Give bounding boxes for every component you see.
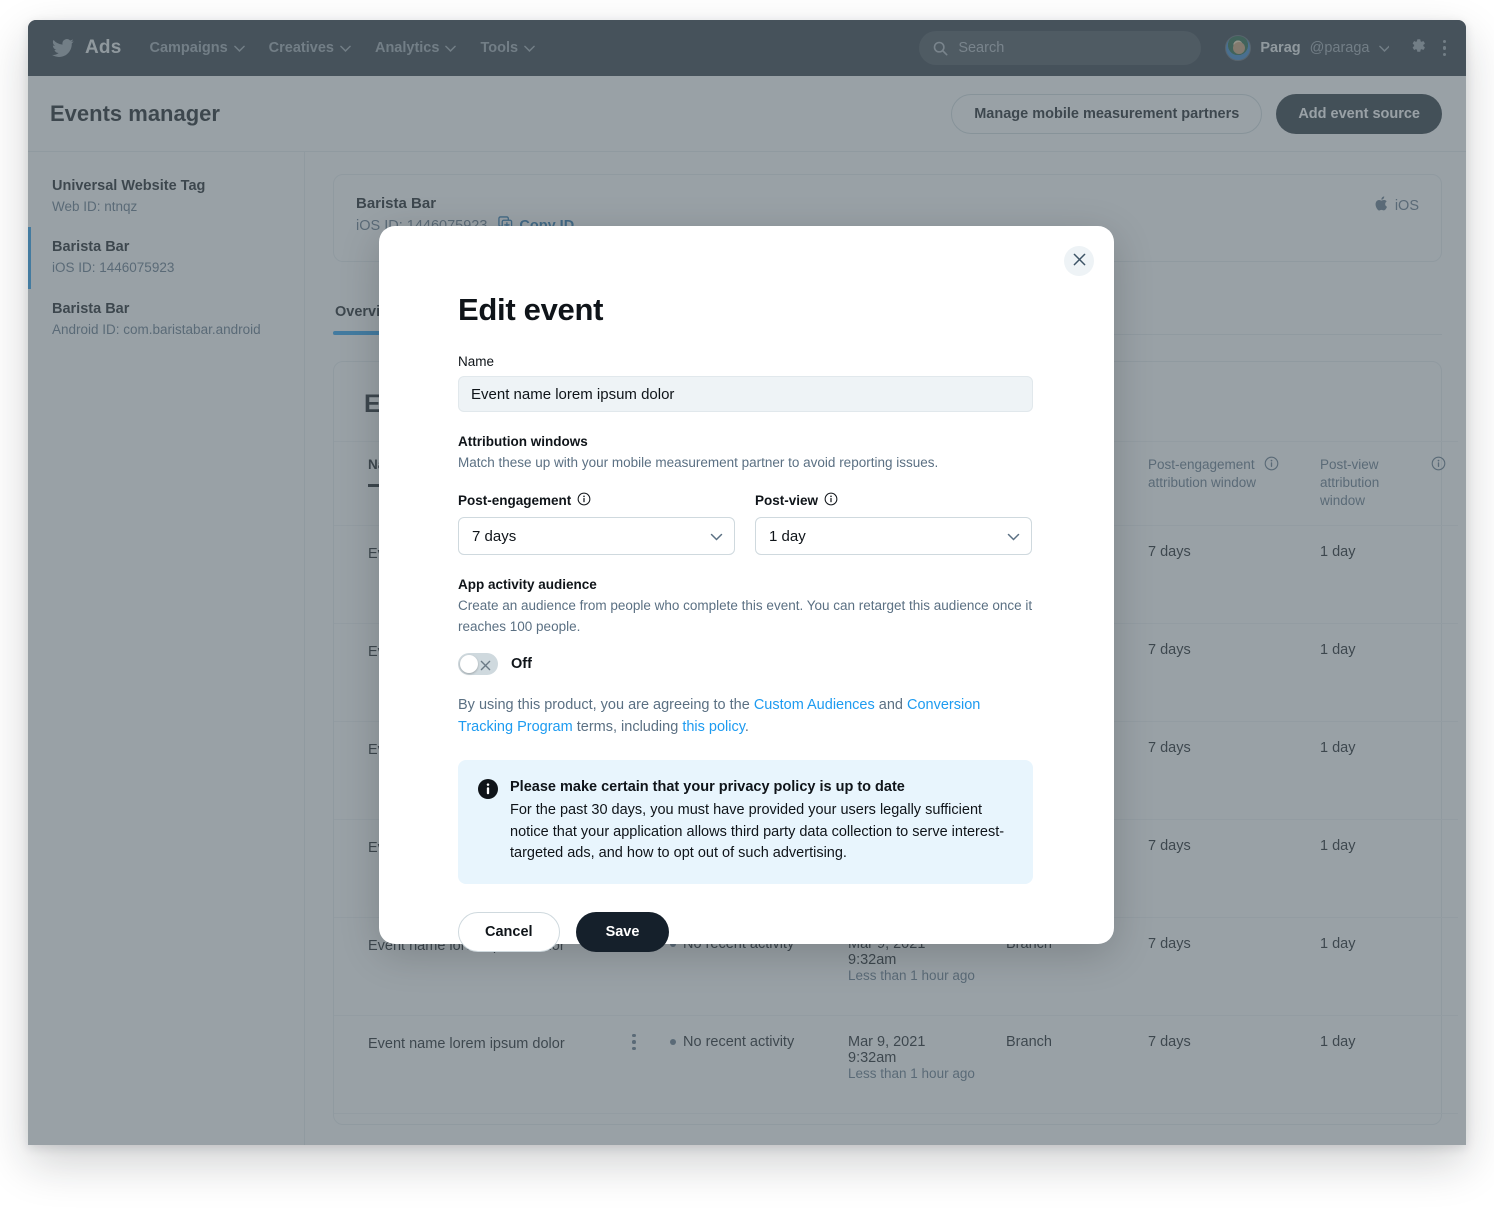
info-icon[interactable]: [824, 492, 838, 509]
post-view-label: Post-view: [755, 493, 819, 509]
terms-mid: and: [874, 696, 907, 713]
custom-audiences-link[interactable]: Custom Audiences: [754, 697, 875, 713]
attribution-windows-description: Match these up with your mobile measurem…: [458, 455, 939, 470]
cancel-button[interactable]: Cancel: [458, 911, 560, 952]
app-activity-audience-toggle[interactable]: [458, 652, 498, 676]
post-engagement-label-row: Post-engagement: [458, 492, 735, 509]
close-icon: [1073, 253, 1086, 269]
toggle-state-label: Off: [511, 655, 532, 672]
post-view-select[interactable]: 1 day: [755, 517, 1032, 556]
notice-text-block: Please make certain that your privacy po…: [510, 777, 1013, 864]
privacy-policy-notice: Please make certain that your privacy po…: [458, 760, 1033, 884]
info-icon[interactable]: [577, 492, 591, 509]
post-view-field: Post-view 1 day: [755, 492, 1032, 556]
terms-suffix: .: [744, 718, 749, 735]
app-activity-audience-title: App activity audience: [458, 577, 597, 593]
post-engagement-value: 7 days: [472, 527, 517, 545]
modal-title: Edit event: [458, 292, 604, 327]
terms-prefix: By using this product, you are agreeing …: [458, 696, 754, 713]
this-policy-link[interactable]: this policy: [682, 719, 745, 735]
save-button[interactable]: Save: [575, 911, 670, 952]
modal-content: Edit event Name Attribution windows Matc…: [379, 226, 1114, 952]
post-engagement-select[interactable]: 7 days: [458, 517, 735, 556]
post-view-label-row: Post-view: [755, 492, 1032, 509]
attribution-windows-title: Attribution windows: [458, 434, 588, 449]
edit-event-modal: Edit event Name Attribution windows Matc…: [379, 226, 1114, 952]
attribution-window-selects: Post-engagement 7 days Post-view 1 day: [458, 492, 1035, 556]
post-view-value: 1 day: [769, 527, 806, 545]
close-icon: [480, 658, 491, 676]
event-name-input[interactable]: [458, 376, 1033, 412]
notice-title: Please make certain that your privacy po…: [510, 779, 905, 796]
app-activity-audience-toggle-row: Off: [458, 652, 1035, 676]
terms-text: By using this product, you are agreeing …: [458, 695, 1018, 739]
chevron-down-icon: [710, 533, 723, 541]
app-activity-audience-description: Create an audience from people who compl…: [458, 598, 1033, 634]
notice-body: For the past 30 days, you must have prov…: [510, 802, 1005, 862]
modal-action-buttons: Cancel Save: [458, 911, 1035, 952]
post-engagement-field: Post-engagement 7 days: [458, 492, 735, 556]
name-field-label: Name: [458, 354, 495, 369]
page-root: Ads Campaigns Creatives Analytics Tools: [0, 0, 1494, 1224]
toggle-knob: [460, 654, 478, 673]
close-modal-button[interactable]: [1064, 246, 1094, 276]
info-icon: [478, 779, 498, 864]
terms-mid2: terms, including: [572, 718, 683, 735]
chevron-down-icon: [1007, 533, 1020, 541]
post-engagement-label: Post-engagement: [458, 493, 572, 509]
